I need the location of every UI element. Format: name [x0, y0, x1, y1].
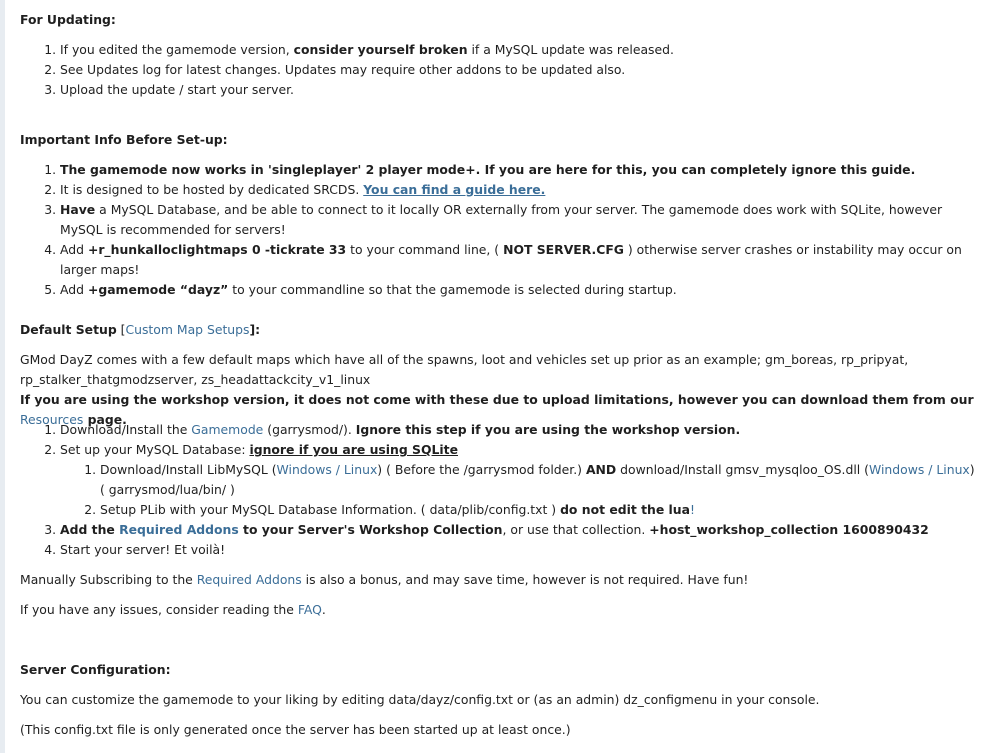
mysqloo-linux-link[interactable]: Linux — [936, 462, 969, 477]
list-item: Add +gamemode “dayz” to your commandline… — [60, 280, 975, 300]
issues-note: If you have any issues, consider reading… — [20, 602, 326, 617]
faq-link[interactable]: FAQ — [298, 602, 322, 617]
list-item: See Updates log for latest changes. Upda… — [60, 60, 975, 80]
required-addons-link[interactable]: Required Addons — [119, 522, 239, 537]
list-item: Upload the update / start your server. — [60, 80, 975, 100]
important-heading: Important Info Before Set-up: — [20, 132, 228, 147]
updating-heading: For Updating: — [20, 12, 116, 27]
required-addons-link-2[interactable]: Required Addons — [197, 572, 302, 587]
default-setup-heading: Default Setup [Custom Map Setups]: — [20, 322, 261, 337]
gamemode-link[interactable]: Gamemode — [191, 422, 263, 437]
list-item: Download/Install the Gamemode (garrysmod… — [60, 420, 975, 440]
list-item: Add +r_hunkalloclightmaps 0 -tickrate 33… — [60, 240, 975, 280]
list-item: It is designed to be hosted by dedicated… — [60, 180, 975, 200]
important-list: The gamemode now works in 'singleplayer'… — [20, 160, 975, 300]
custom-map-setups-link[interactable]: Custom Map Setups — [125, 322, 249, 337]
list-item: Have a MySQL Database, and be able to co… — [60, 200, 975, 240]
left-border — [0, 0, 5, 753]
server-config-line2: (This config.txt file is only generated … — [20, 722, 571, 737]
list-item: If you edited the gamemode version, cons… — [60, 40, 975, 60]
server-config-heading: Server Configuration: — [20, 662, 171, 677]
list-item: Download/Install LibMySQL (Windows / Lin… — [100, 460, 975, 500]
list-item: Setup PLib with your MySQL Database Info… — [100, 500, 975, 520]
list-item: Start your server! Et voilà! — [60, 540, 975, 560]
server-config-line1: You can customize the gamemode to your l… — [20, 692, 820, 707]
libmysql-windows-link[interactable]: Windows — [277, 462, 332, 477]
list-item: Set up your MySQL Database: ignore if yo… — [60, 440, 975, 520]
mysql-sub-steps: Download/Install LibMySQL (Windows / Lin… — [60, 460, 975, 520]
list-item: Add the Required Addons to your Server's… — [60, 520, 975, 540]
mysqloo-windows-link[interactable]: Windows — [869, 462, 924, 477]
updating-list: If you edited the gamemode version, cons… — [20, 40, 975, 100]
libmysql-linux-link[interactable]: Linux — [344, 462, 377, 477]
setup-steps-list: Download/Install the Gamemode (garrysmod… — [20, 420, 975, 560]
default-setup-intro: GMod DayZ comes with a few default maps … — [20, 352, 909, 387]
list-item: The gamemode now works in 'singleplayer'… — [60, 160, 975, 180]
manual-subscribe-note: Manually Subscribing to the Required Add… — [20, 572, 749, 587]
srcds-guide-link[interactable]: You can find a guide here. — [363, 182, 545, 197]
